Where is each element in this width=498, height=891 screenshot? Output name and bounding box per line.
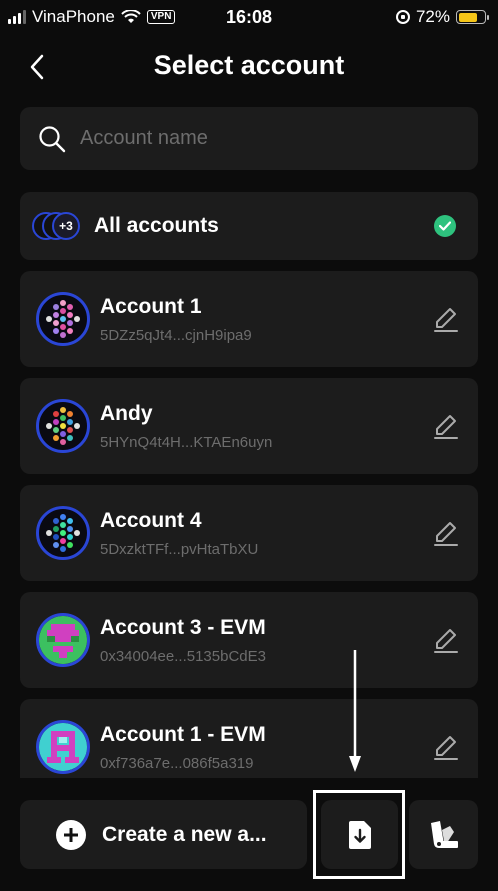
- search-icon: [39, 125, 66, 152]
- page-title: Select account: [153, 50, 345, 80]
- create-account-button[interactable]: Create a new a...: [20, 800, 307, 869]
- account-address: 0xf736a7e...086f5a319: [100, 755, 254, 772]
- signal-icon: [8, 10, 26, 24]
- create-account-label: Create a new a...: [102, 822, 267, 846]
- status-bar: VinaPhone VPN 16:08 72%: [0, 0, 498, 34]
- account-avatar: [36, 292, 90, 346]
- wifi-icon: [121, 10, 141, 23]
- account-avatar: [36, 506, 90, 560]
- edit-account-button[interactable]: [432, 626, 460, 654]
- bottom-bar: Create a new a...: [0, 790, 498, 891]
- edit-account-button[interactable]: [432, 733, 460, 761]
- carrier-name: VinaPhone: [32, 7, 115, 26]
- account-address: 5DZz5qJt4...cjnH9ipa9: [100, 327, 252, 344]
- attach-account-button[interactable]: [409, 800, 478, 869]
- account-name: Account 1 - EVM: [100, 723, 266, 746]
- pencil-icon: [434, 415, 458, 439]
- search-input[interactable]: [80, 127, 440, 150]
- account-address: 0x34004ee...5135bCdE3: [100, 648, 266, 665]
- edit-account-button[interactable]: [432, 305, 460, 333]
- account-name: Account 1: [100, 295, 202, 318]
- all-accounts-row[interactable]: +3 All accounts: [20, 192, 478, 260]
- pencil-icon: [434, 736, 458, 760]
- account-item[interactable]: Account 1 - EVM 0xf736a7e...086f5a319: [20, 699, 478, 778]
- more-accounts-badge: +3: [52, 212, 80, 240]
- edit-account-button[interactable]: [432, 412, 460, 440]
- import-file-icon: [348, 820, 371, 849]
- battery-percent: 72%: [415, 7, 450, 26]
- account-item[interactable]: Account 3 - EVM 0x34004ee...5135bCdE3: [20, 592, 478, 688]
- status-left: VinaPhone VPN: [8, 7, 176, 27]
- import-account-button[interactable]: [321, 800, 398, 869]
- battery-icon: [456, 10, 489, 24]
- account-list[interactable]: Account 1 5DZz5qJt4...cjnH9ipa9 Andy 5HY…: [20, 271, 478, 778]
- attach-account-icon: [430, 820, 458, 848]
- account-avatar: [36, 399, 90, 453]
- account-avatar: [36, 720, 90, 774]
- account-name: Account 4: [100, 509, 202, 532]
- pencil-icon: [434, 308, 458, 332]
- account-address: 5HYnQ4t4H...KTAEn6uyn: [100, 434, 273, 451]
- account-avatar: [36, 613, 90, 667]
- vpn-badge: VPN: [146, 10, 176, 24]
- account-item[interactable]: Andy 5HYnQ4t4H...KTAEn6uyn: [20, 378, 478, 474]
- header: Select account: [0, 40, 498, 96]
- pencil-icon: [434, 522, 458, 546]
- account-address: 5DxzktTFf...pvHtaTbXU: [100, 541, 259, 558]
- plus-icon: [56, 819, 86, 850]
- edit-account-button[interactable]: [432, 519, 460, 547]
- search-box[interactable]: [20, 107, 478, 170]
- account-name: Andy: [100, 402, 153, 425]
- all-accounts-label: All accounts: [94, 214, 219, 237]
- check-icon: [434, 215, 456, 237]
- pencil-icon: [434, 629, 458, 653]
- account-name: Account 3 - EVM: [100, 616, 266, 639]
- all-accounts-avatar-stack: +3: [32, 212, 86, 240]
- status-right: 72%: [395, 7, 489, 27]
- rotation-lock-icon: [395, 10, 410, 24]
- account-item[interactable]: Account 4 5DxzktTFf...pvHtaTbXU: [20, 485, 478, 581]
- account-item[interactable]: Account 1 5DZz5qJt4...cjnH9ipa9: [20, 271, 478, 367]
- battery-fill: [458, 12, 477, 22]
